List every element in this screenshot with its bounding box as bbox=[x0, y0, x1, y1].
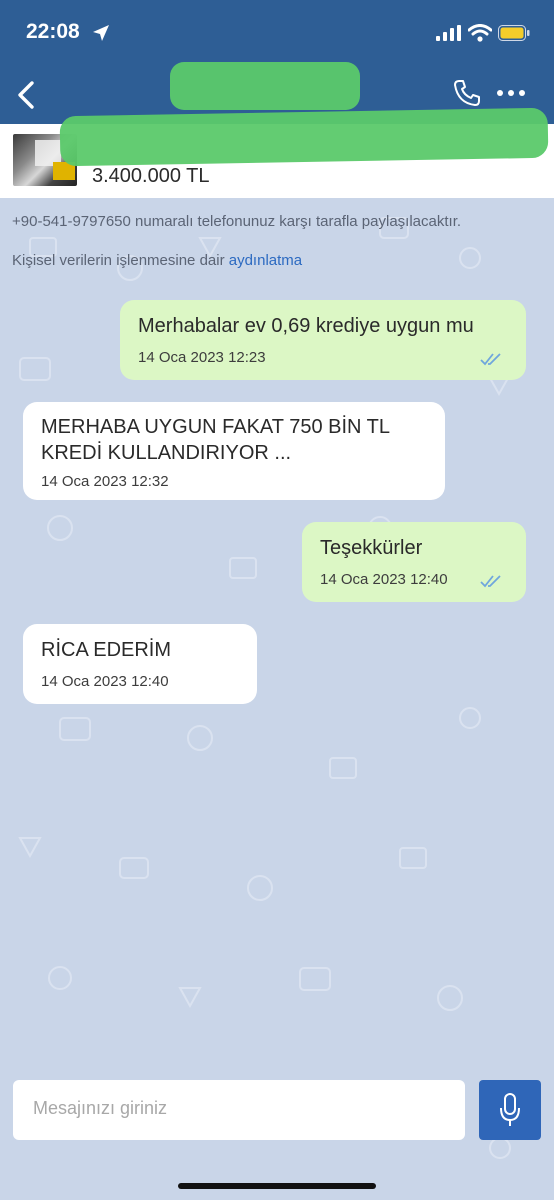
microphone-icon bbox=[500, 1093, 520, 1126]
redacted-contact-name bbox=[170, 62, 360, 110]
kvkk-notice-text: Kişisel verilerin işlenmesine dair bbox=[12, 252, 229, 269]
microphone-button[interactable] bbox=[479, 1080, 541, 1140]
kvkk-link[interactable]: aydınlatma bbox=[229, 252, 302, 269]
message-time: 14 Oca 2023 12:23 bbox=[138, 349, 266, 366]
location-arrow-icon bbox=[93, 25, 109, 41]
redacted-listing-title bbox=[59, 107, 549, 167]
message-bubble-incoming[interactable]: MERHABA UYGUN FAKAT 750 BİN TL KREDİ KUL… bbox=[23, 402, 445, 500]
read-ticks-icon bbox=[480, 575, 501, 588]
message-text: Teşekkürler bbox=[320, 537, 423, 559]
phone-share-notice: +90-541-9797650 numaralı telefonunuz kar… bbox=[12, 213, 462, 230]
message-time: 14 Oca 2023 12:40 bbox=[41, 673, 169, 690]
back-chevron-icon[interactable] bbox=[14, 78, 42, 112]
cellular-signal-icon bbox=[436, 25, 461, 41]
home-indicator bbox=[178, 1183, 376, 1189]
read-ticks-icon bbox=[480, 353, 501, 366]
message-text: Merhabalar ev 0,69 krediye uygun mu bbox=[138, 315, 474, 337]
kvkk-notice: Kişisel verilerin işlenmesine dair aydın… bbox=[12, 252, 302, 269]
more-dots-icon[interactable] bbox=[496, 86, 526, 100]
listing-price: 3.400.000 TL bbox=[92, 165, 210, 187]
message-time: 14 Oca 2023 12:32 bbox=[41, 473, 169, 490]
message-bubble-incoming[interactable]: RİCA EDERİM 14 Oca 2023 12:40 bbox=[23, 624, 257, 704]
wifi-icon bbox=[468, 24, 492, 42]
message-bubble-outgoing[interactable]: Merhabalar ev 0,69 krediye uygun mu 14 O… bbox=[120, 300, 526, 380]
message-input[interactable] bbox=[33, 1098, 453, 1119]
status-time: 22:08 bbox=[26, 20, 80, 43]
listing-card[interactable]: 3.400.000 TL bbox=[0, 107, 554, 198]
message-text-line-1: MERHABA UYGUN FAKAT 750 BİN TL bbox=[41, 416, 391, 438]
phone-icon[interactable] bbox=[452, 78, 482, 108]
message-text: RİCA EDERİM bbox=[41, 639, 172, 661]
message-bubble-outgoing[interactable]: Teşekkürler 14 Oca 2023 12:40 bbox=[302, 522, 526, 602]
battery-icon bbox=[498, 25, 530, 41]
top-bar: 22:08 bbox=[0, 0, 554, 124]
message-input-box[interactable] bbox=[13, 1080, 465, 1140]
message-time: 14 Oca 2023 12:40 bbox=[320, 571, 448, 588]
message-text-line-2: KREDİ KULLANDIRIYOR ... bbox=[41, 442, 292, 464]
